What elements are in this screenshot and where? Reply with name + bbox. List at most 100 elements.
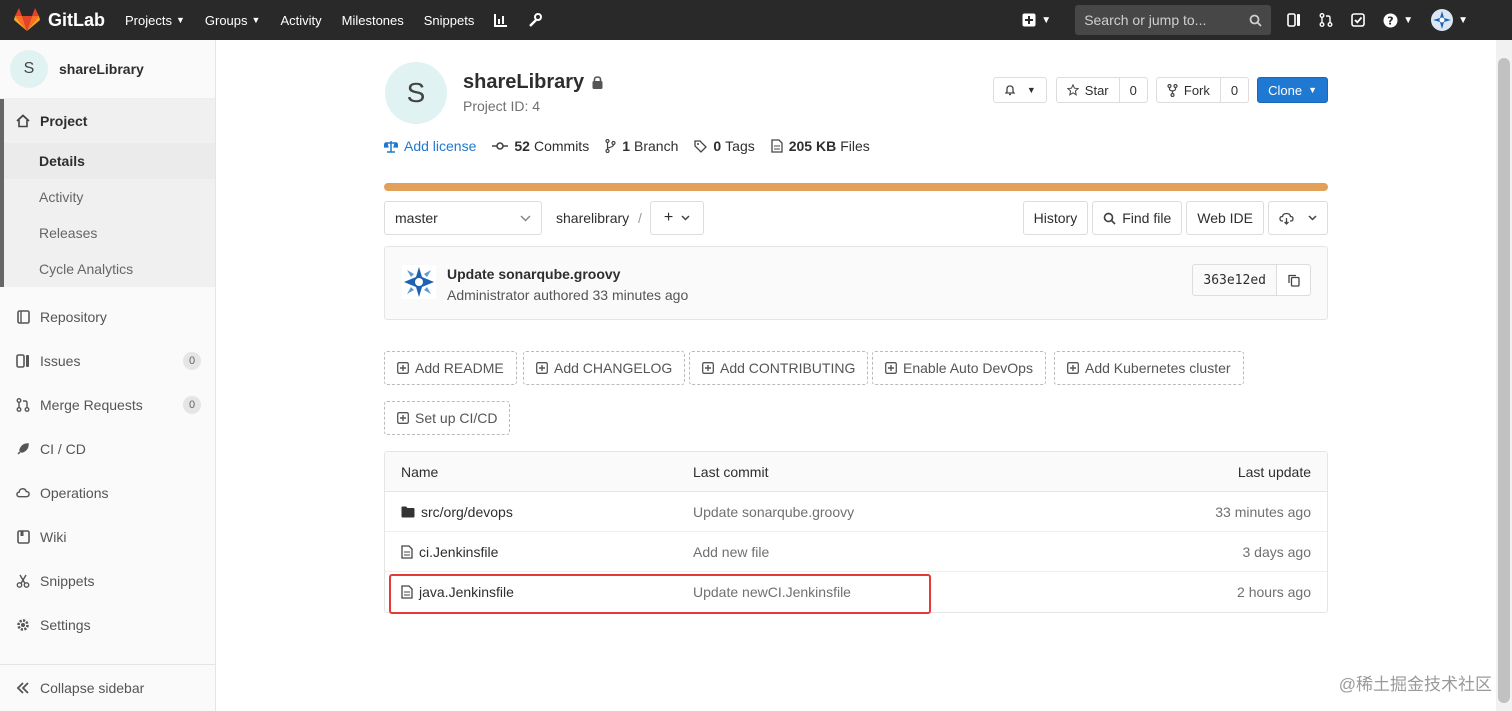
sidebar-project-avatar: S <box>10 50 48 88</box>
tree-item-name[interactable]: src/org/devops <box>401 504 513 520</box>
sidebar-item-issues[interactable]: Issues 0 <box>0 339 215 383</box>
history-button[interactable]: History <box>1022 201 1089 235</box>
plus-icon: + <box>663 209 674 226</box>
sidebar-item-operations[interactable]: Operations <box>0 471 215 515</box>
nav-groups[interactable]: Groups ▼ <box>205 13 261 28</box>
star-button[interactable]: Star <box>1055 77 1120 103</box>
add-kubernetes-cluster-label: Add Kubernetes cluster <box>1085 360 1231 376</box>
search-input[interactable]: Search or jump to... <box>1075 5 1272 35</box>
plus-square-icon <box>536 362 548 374</box>
commit-sha[interactable]: 363e12ed <box>1192 264 1277 296</box>
scrollbar-thumb[interactable] <box>1498 58 1510 703</box>
add-readme-button[interactable]: Add README <box>384 351 517 385</box>
plus-square-icon <box>702 362 714 374</box>
sidebar-item-label: Operations <box>40 485 109 501</box>
download-dropdown[interactable] <box>1268 201 1328 235</box>
sidebar-item-settings[interactable]: Settings <box>0 603 215 647</box>
sidebar-subitem-cycle-analytics[interactable]: Cycle Analytics <box>4 251 215 287</box>
chart-icon[interactable] <box>494 13 508 27</box>
enable-auto-devops-label: Enable Auto DevOps <box>903 360 1033 376</box>
sidebar-item-wiki[interactable]: Wiki <box>0 515 215 559</box>
add-license-link[interactable]: Add license <box>384 138 476 154</box>
plus-square-icon <box>397 412 409 424</box>
table-row[interactable]: java.Jenkinsfile Update newCI.Jenkinsfil… <box>385 572 1327 612</box>
bell-icon <box>1004 85 1016 96</box>
nav-activity[interactable]: Activity <box>280 13 321 28</box>
chevron-down-icon: ▼ <box>251 15 261 25</box>
add-changelog-button[interactable]: Add CHANGELOG <box>523 351 686 385</box>
web-ide-label: Web IDE <box>1197 210 1253 226</box>
table-row[interactable]: src/org/devops Update sonarqube.groovy 3… <box>385 492 1327 532</box>
book-icon <box>16 310 30 324</box>
commits-link[interactable]: 52 Commits <box>492 138 589 154</box>
wiki-book-icon <box>16 530 30 544</box>
tree-item-label: src/org/devops <box>421 504 513 520</box>
tags-link[interactable]: 0 Tags <box>694 138 755 154</box>
tree-item-commit[interactable]: Update sonarqube.groovy <box>693 504 854 520</box>
page-scrollbar[interactable] <box>1496 40 1512 711</box>
wrench-icon[interactable] <box>528 13 543 27</box>
commits-label: Commits <box>533 138 590 154</box>
sidebar-item-ci-cd[interactable]: CI / CD <box>0 427 215 471</box>
enable-auto-devops-button[interactable]: Enable Auto DevOps <box>872 351 1046 385</box>
tree-item-updated: 33 minutes ago <box>1215 504 1311 520</box>
branch-count: 1 <box>622 138 630 154</box>
user-menu-dropdown[interactable]: ▼ <box>1431 9 1468 31</box>
sidebar-subitem-details[interactable]: Details <box>4 143 215 179</box>
repository-languages-bar[interactable] <box>384 183 1328 191</box>
nav-projects[interactable]: Projects ▼ <box>125 13 185 28</box>
find-file-button[interactable]: Find file <box>1092 201 1183 235</box>
sidebar-item-snippets[interactable]: Snippets <box>0 559 215 603</box>
sidebar-item-repository[interactable]: Repository <box>0 295 215 339</box>
project-header: S shareLibrary Project ID: 4 ▼ Star 0 Fo… <box>384 40 1328 136</box>
sidebar-project-header[interactable]: S shareLibrary <box>0 40 215 99</box>
search-icon <box>1103 212 1116 225</box>
sidebar-subitem-label: Cycle Analytics <box>39 261 134 277</box>
setup-ci-cd-button[interactable]: Set up CI/CD <box>384 401 511 435</box>
files-size[interactable]: 205 KB Files <box>771 138 870 154</box>
user-avatar-icon <box>1431 9 1454 31</box>
commits-count: 52 <box>514 138 530 154</box>
tree-item-commit[interactable]: Update newCI.Jenkinsfile <box>693 584 851 600</box>
table-row[interactable]: ci.Jenkinsfile Add new file 3 days ago <box>385 532 1327 572</box>
add-to-tree-dropdown[interactable]: + <box>650 201 704 235</box>
tags-count: 0 <box>713 138 722 154</box>
commit-author-avatar[interactable] <box>402 265 436 299</box>
todos-check-icon[interactable] <box>1351 13 1365 27</box>
sidebar-subitem-releases[interactable]: Releases <box>4 215 215 251</box>
gitlab-home-link[interactable]: GitLab <box>14 8 105 32</box>
tree-item-label: java.Jenkinsfile <box>419 584 514 600</box>
nav-milestones[interactable]: Milestones <box>342 13 404 28</box>
help-dropdown[interactable]: ? ▼ <box>1383 13 1413 28</box>
add-kubernetes-cluster-button[interactable]: Add Kubernetes cluster <box>1054 351 1244 385</box>
last-commit-title[interactable]: Update sonarqube.groovy <box>447 266 620 282</box>
fork-count[interactable]: 0 <box>1220 77 1250 103</box>
search-icon <box>1249 14 1262 27</box>
project-name: shareLibrary <box>463 71 585 93</box>
merge-request-nav-icon[interactable] <box>1319 13 1333 27</box>
tree-item-name[interactable]: ci.Jenkinsfile <box>401 544 498 560</box>
sidebar-item-merge-requests[interactable]: Merge Requests 0 <box>0 383 215 427</box>
file-icon <box>401 545 413 559</box>
copy-sha-button[interactable] <box>1277 264 1311 296</box>
fork-button[interactable]: Fork <box>1155 77 1221 103</box>
notification-dropdown[interactable]: ▼ <box>992 77 1047 103</box>
web-ide-button[interactable]: Web IDE <box>1186 201 1264 235</box>
add-contributing-button[interactable]: Add CONTRIBUTING <box>689 351 869 385</box>
tree-item-name[interactable]: java.Jenkinsfile <box>401 584 514 600</box>
branches-link[interactable]: 1 Branch <box>605 138 678 154</box>
scale-icon <box>384 140 398 153</box>
issues-nav-icon[interactable] <box>1287 13 1301 27</box>
nav-snippets[interactable]: Snippets <box>424 13 475 28</box>
star-count[interactable]: 0 <box>1119 77 1148 103</box>
new-item-dropdown[interactable]: ▼ <box>1022 13 1051 27</box>
home-icon <box>16 114 30 128</box>
sidebar-subitem-activity[interactable]: Activity <box>4 179 215 215</box>
tree-item-commit[interactable]: Add new file <box>693 544 769 560</box>
breadcrumb-repo-root[interactable]: sharelibrary <box>556 210 629 226</box>
collapse-sidebar-button[interactable]: Collapse sidebar <box>0 664 215 711</box>
clone-button[interactable]: Clone ▼ <box>1257 77 1328 103</box>
branch-select-dropdown[interactable]: master <box>384 201 542 235</box>
sidebar-item-label: Wiki <box>40 529 67 545</box>
sidebar-item-project[interactable]: Project <box>4 99 215 143</box>
